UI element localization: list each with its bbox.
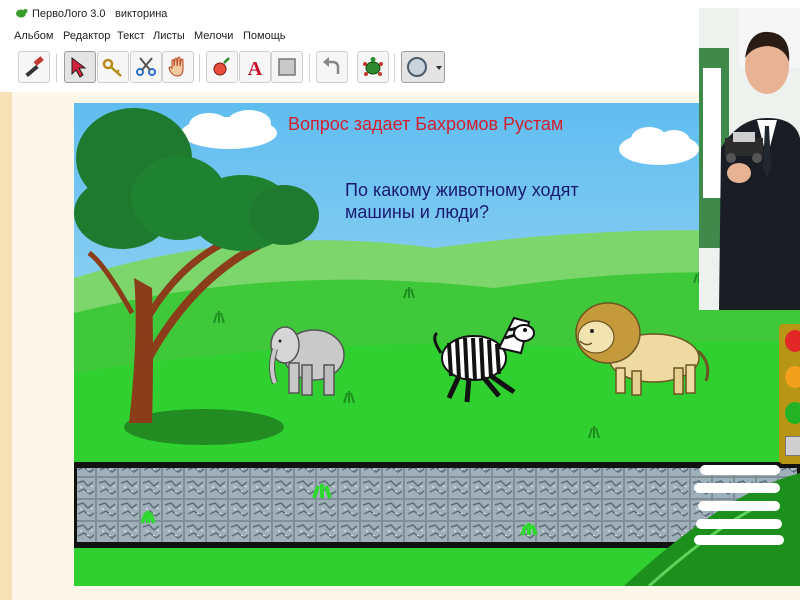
turtle-icon <box>363 57 383 76</box>
toolbar-separator <box>309 54 310 82</box>
traffic-light-button[interactable] <box>785 436 800 456</box>
pointer-button[interactable] <box>64 51 96 83</box>
shape-tool-button[interactable] <box>206 51 238 83</box>
toolbar: A <box>0 46 800 92</box>
shape-tool-icon <box>213 57 230 76</box>
left-panel <box>0 92 12 600</box>
toolbar-separator <box>394 54 395 82</box>
scene-background <box>74 103 800 586</box>
menu-misc[interactable]: Мелочи <box>194 30 233 42</box>
shape-picker-dropdown[interactable] <box>401 51 445 83</box>
menu-sheets[interactable]: Листы <box>153 30 185 42</box>
text-tool-button[interactable]: A <box>239 51 271 83</box>
undo-icon <box>323 57 340 74</box>
question-text: По какому животному ходят машины и люди? <box>345 180 579 222</box>
title-bar: ПервоЛого 3.0 викторина <box>0 0 800 26</box>
question-author-text: Вопрос задает Бахромов Рустам <box>288 114 564 134</box>
app-name: ПервоЛого 3.0 <box>32 8 106 20</box>
key-button[interactable] <box>97 51 129 83</box>
menu-editor[interactable]: Редактор <box>63 30 110 42</box>
crosswalk-stripes <box>694 465 784 545</box>
paint-brush-button[interactable] <box>18 51 50 83</box>
menu-help[interactable]: Помощь <box>243 30 286 42</box>
new-page-button[interactable] <box>271 51 303 83</box>
green-lamp <box>785 402 800 424</box>
hand-icon <box>168 56 184 77</box>
turtle-logo-icon <box>16 9 28 18</box>
cobblestone-road <box>77 468 797 542</box>
pointer-arrow-icon <box>71 56 87 78</box>
toolbar-separator <box>199 54 200 82</box>
red-lamp <box>785 330 800 352</box>
new-page-icon <box>278 58 296 76</box>
scissors-icon <box>136 57 156 76</box>
key-icon <box>102 58 122 77</box>
menu-text[interactable]: Текст <box>117 30 145 42</box>
circle-shape-icon <box>407 57 427 77</box>
dropdown-arrow-icon <box>436 66 442 70</box>
hand-button[interactable] <box>162 51 194 83</box>
svg-text:A: A <box>248 58 263 79</box>
undo-button[interactable] <box>316 51 348 83</box>
turtle-button[interactable] <box>357 51 389 83</box>
document-name: викторина <box>115 8 168 20</box>
scissors-button[interactable] <box>130 51 162 83</box>
toolbar-separator <box>56 54 57 82</box>
drawing-canvas[interactable]: Вопрос задает Бахромов Рустам По какому … <box>74 103 800 586</box>
paint-brush-icon <box>25 56 44 78</box>
app-window: ПервоЛого 3.0 викторина Альбом Редактор … <box>0 0 800 600</box>
text-tool-icon: A <box>248 58 263 79</box>
menu-bar: Альбом Редактор Текст Листы Мелочи Помощ… <box>0 26 800 46</box>
yellow-lamp <box>785 366 800 388</box>
webcam-video-overlay <box>699 8 800 310</box>
menu-album[interactable]: Альбом <box>14 30 53 42</box>
traffic-light[interactable] <box>779 324 800 464</box>
